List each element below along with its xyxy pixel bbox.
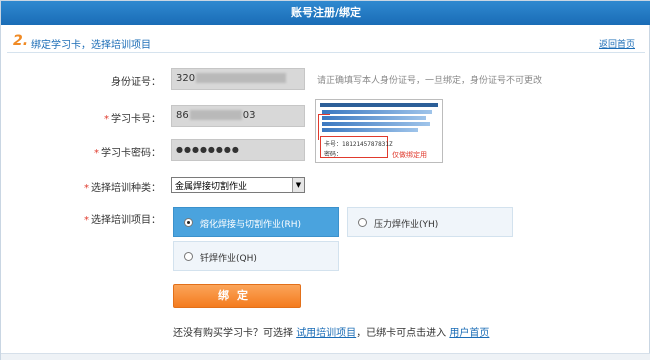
card-password-value: ●●●●●●●● <box>176 145 240 154</box>
bottom-text-1: 还没有购买学习卡？可选择 <box>173 328 293 339</box>
project-option-qh[interactable]: 钎焊作业(QH) <box>173 241 339 271</box>
id-number-label: 身份证号： <box>1 73 161 88</box>
blurred-digits <box>196 73 287 83</box>
project-label-text: 选择培训项目： <box>91 215 161 226</box>
category-label: * 选择培训种类： <box>1 179 161 194</box>
card-image-number: 卡号：1812145787831Z <box>324 141 393 148</box>
project-option-rh[interactable]: 熔化焊接与切割作业(RH) <box>173 207 339 237</box>
category-select[interactable]: 金属焊接切割作业 ▼ <box>171 177 305 193</box>
project-option-label: 钎焊作业(QH) <box>200 254 257 264</box>
card-image-header <box>320 103 438 107</box>
user-home-link[interactable]: 用户首页 <box>449 328 489 339</box>
card-number-label: * 学习卡号： <box>1 110 161 125</box>
project-label: * 选择培训项目： <box>1 211 161 226</box>
step-title: 绑定学习卡，选择培训项目 <box>31 40 151 51</box>
project-option-label: 熔化焊接与切割作业(RH) <box>200 220 302 230</box>
required-mark: * <box>84 183 89 194</box>
step-header: 2. 绑定学习卡，选择培训项目 返回首页 <box>7 31 645 53</box>
category-label-text: 选择培训种类： <box>91 183 161 194</box>
blurred-digits <box>189 110 242 120</box>
back-home-link[interactable]: 返回首页 <box>599 37 635 50</box>
id-number-value: 320 <box>176 73 196 84</box>
category-selected-value: 金属焊接切割作业 <box>175 182 248 192</box>
card-password-label-text: 学习卡密码： <box>101 148 161 159</box>
card-password-field[interactable]: ●●●●●●●● <box>171 139 305 161</box>
card-number-field[interactable]: 86 03 <box>171 105 305 127</box>
card-number-suffix: 03 <box>242 110 256 121</box>
id-number-field[interactable]: 320 <box>171 68 305 90</box>
bottom-prompt: 还没有购买学习卡？可选择 试用培训项目，已绑卡可点击进入 用户首页 <box>173 324 489 339</box>
step-number: 2. <box>13 33 29 49</box>
required-mark: * <box>104 114 109 125</box>
radio-icon[interactable] <box>358 218 367 227</box>
bind-button[interactable]: 绑定 <box>173 284 301 308</box>
card-password-label: * 学习卡密码： <box>1 144 161 159</box>
page-frame: 账号注册/绑定 2. 绑定学习卡，选择培训项目 返回首页 身份证号： 320 请… <box>0 0 650 360</box>
required-mark: * <box>94 148 99 159</box>
bottom-strip <box>1 353 650 360</box>
trial-project-link[interactable]: 试用培训项目 <box>296 328 356 339</box>
card-image-rows <box>322 110 438 134</box>
id-number-label-text: 身份证号： <box>111 77 161 88</box>
project-option-yh[interactable]: 压力焊作业(YH) <box>347 207 513 237</box>
bottom-text-2: ，已绑卡可点击进入 <box>356 328 447 339</box>
id-number-hint: 请正确填写本人身份证号，一旦绑定，身份证号不可更改 <box>317 76 543 86</box>
radio-icon[interactable] <box>184 252 193 261</box>
required-mark: * <box>84 215 89 226</box>
card-image-highlight: 卡号：1812145787831Z 密码： <box>320 136 393 158</box>
card-number-label-text: 学习卡号： <box>111 114 161 125</box>
radio-selected-icon[interactable] <box>184 218 193 227</box>
project-option-label: 压力焊作业(YH) <box>374 220 439 230</box>
chevron-down-icon[interactable]: ▼ <box>292 178 304 192</box>
card-example-image: 卡号：1812145787831Z 密码： 仅做绑定用 <box>315 99 443 163</box>
card-image-password: 密码： <box>324 151 343 158</box>
card-number-prefix: 86 <box>176 110 189 121</box>
card-image-note: 仅做绑定用 <box>392 151 427 159</box>
window-title: 账号注册/绑定 <box>1 1 650 25</box>
